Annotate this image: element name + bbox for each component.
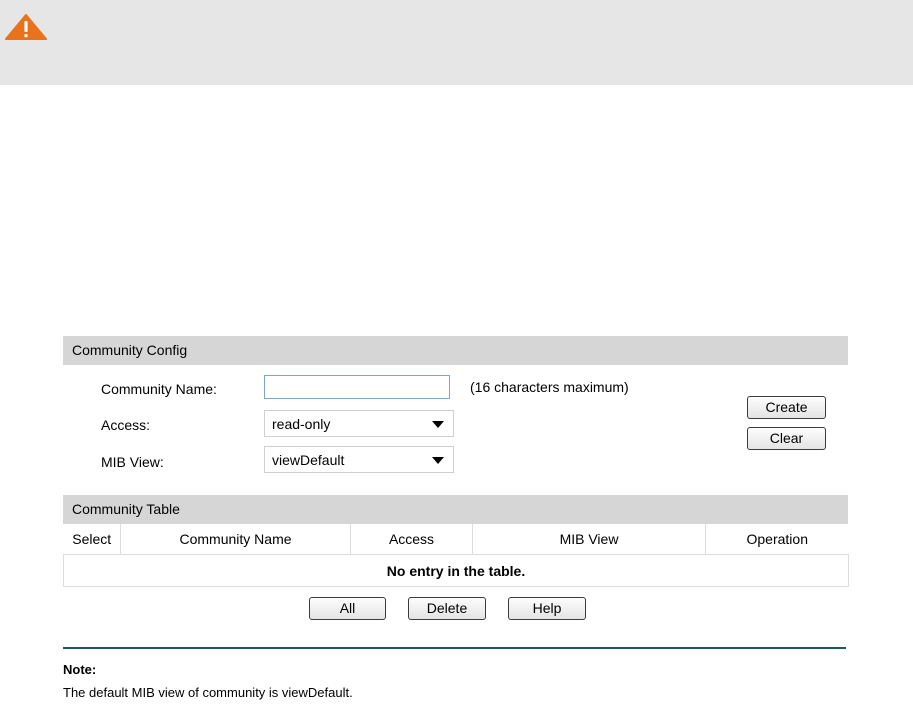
column-access: Access xyxy=(350,524,473,555)
clear-button[interactable]: Clear xyxy=(747,427,826,450)
delete-button[interactable]: Delete xyxy=(408,597,486,620)
top-banner xyxy=(0,0,913,85)
community-name-hint: (16 characters maximum) xyxy=(470,379,629,395)
note-divider xyxy=(63,647,846,649)
access-label: Access: xyxy=(101,417,151,433)
column-community-name: Community Name xyxy=(120,524,351,555)
chevron-down-icon xyxy=(432,457,444,464)
column-mib-view: MIB View xyxy=(472,524,706,555)
community-table: Select Community Name Access MIB View Op… xyxy=(63,524,849,587)
access-select[interactable]: read-only xyxy=(264,410,454,437)
mib-view-select[interactable]: viewDefault xyxy=(264,446,454,473)
mib-view-select-value: viewDefault xyxy=(272,452,345,468)
community-name-label: Community Name: xyxy=(101,381,217,397)
community-config-header: Community Config xyxy=(63,336,848,365)
community-name-input[interactable] xyxy=(264,375,450,399)
warning-icon xyxy=(5,14,47,40)
column-operation: Operation xyxy=(705,524,849,555)
table-header-row: Select Community Name Access MIB View Op… xyxy=(63,524,849,555)
chevron-down-icon xyxy=(432,421,444,428)
empty-table-message: No entry in the table. xyxy=(63,554,849,587)
all-button[interactable]: All xyxy=(309,597,386,620)
create-button[interactable]: Create xyxy=(747,396,826,419)
table-row: No entry in the table. xyxy=(63,554,849,587)
help-button[interactable]: Help xyxy=(508,597,586,620)
column-select: Select xyxy=(63,524,121,555)
mib-view-label: MIB View: xyxy=(101,454,164,470)
note-text: The default MIB view of community is vie… xyxy=(63,685,353,700)
note-title: Note: xyxy=(63,662,97,677)
community-table-header: Community Table xyxy=(63,495,848,524)
access-select-value: read-only xyxy=(272,416,331,432)
